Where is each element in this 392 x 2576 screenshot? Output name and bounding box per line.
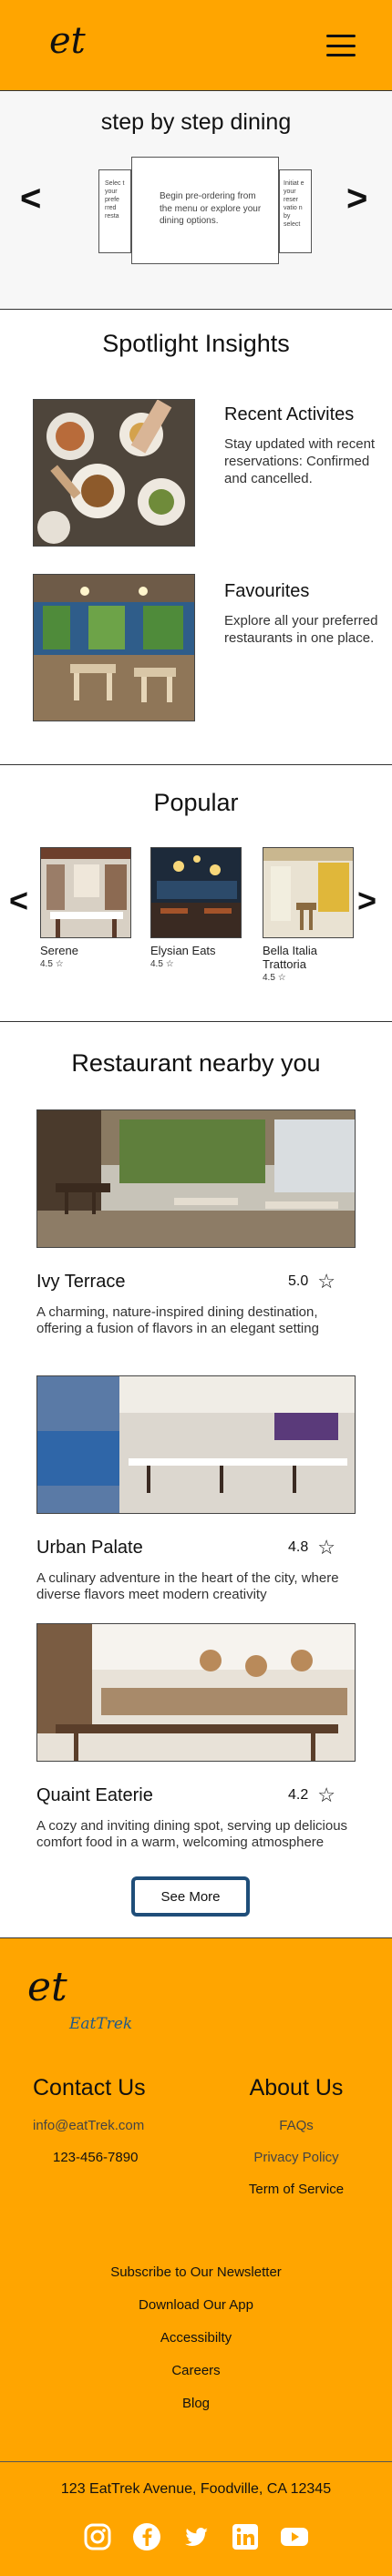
see-more-button[interactable]: See More xyxy=(131,1876,250,1917)
popular-card-serene[interactable]: Serene 4.5 ☆ xyxy=(40,847,131,969)
popular-rating: 4.5 ☆ xyxy=(263,973,286,983)
download-app-link[interactable]: Download Our App xyxy=(0,2297,392,2313)
restaurant-name: Urban Palate xyxy=(36,1537,143,1558)
steps-prev-arrow[interactable]: < xyxy=(20,179,41,220)
restaurant-header: Quaint Eaterie 4.2 ☆ xyxy=(36,1784,356,1807)
star-icon: ☆ xyxy=(317,1536,335,1559)
contact-title: Contact Us xyxy=(33,2075,146,2101)
favourites-text: Favourites Explore all your preferred re… xyxy=(224,581,379,648)
serene-image xyxy=(40,847,131,938)
restaurant-name: Quaint Eaterie xyxy=(36,1784,153,1805)
careers-link[interactable]: Careers xyxy=(0,2363,392,2378)
footer-logo-subtitle: EatTrek xyxy=(69,2015,133,2033)
youtube-icon[interactable] xyxy=(279,2521,310,2552)
favourites-title: Favourites xyxy=(224,581,310,601)
urban-palate-image xyxy=(36,1375,356,1514)
star-icon: ☆ xyxy=(317,1270,335,1293)
popular-card-bella-italia[interactable]: Bella Italia Trattoria 4.5 ☆ xyxy=(263,847,354,983)
restaurant-header: Urban Palate 4.8 ☆ xyxy=(36,1536,356,1559)
restaurant-card-urban-palate[interactable]: Urban Palate 4.8 ☆ A culinary adventure … xyxy=(36,1375,356,1603)
step-card-previous[interactable]: Selec t your prefe rred resta xyxy=(98,169,131,253)
popular-title: Popular xyxy=(153,789,239,816)
contact-email-link[interactable]: info@eatTrek.com xyxy=(33,2118,188,2133)
facebook-icon[interactable] xyxy=(131,2521,162,2552)
newsletter-link[interactable]: Subscribe to Our Newsletter xyxy=(0,2264,392,2280)
popular-next-arrow[interactable]: > xyxy=(357,882,377,920)
steps-title: step by step dining xyxy=(100,109,292,135)
popular-rating: 4.5 ☆ xyxy=(40,959,64,969)
header: et xyxy=(0,0,392,91)
favourites-image xyxy=(33,574,195,721)
steps-next-arrow[interactable]: > xyxy=(346,179,367,220)
quaint-eaterie-image xyxy=(36,1623,356,1762)
nearby-section: Restaurant nearby you Ivy Terrace 5.0 ☆ … xyxy=(0,1022,392,1938)
terms-of-service-link[interactable]: Term of Service xyxy=(219,2182,374,2197)
star-icon: ☆ xyxy=(317,1784,335,1806)
contact-phone-link[interactable]: 123-456-7890 xyxy=(33,2150,188,2165)
restaurant-header: Ivy Terrace 5.0 ☆ xyxy=(36,1270,356,1293)
about-column: About Us FAQs Privacy Policy Term of Ser… xyxy=(219,2075,374,2213)
popular-section: Popular < > Serene 4.5 ☆ Elysian Eats 4.… xyxy=(0,765,392,1022)
spotlight-title: Spotlight Insights xyxy=(102,330,290,357)
page: et step by step dining < > Selec t your … xyxy=(0,0,392,2576)
star-icon: ☆ xyxy=(165,959,174,969)
menu-icon[interactable] xyxy=(326,35,356,56)
restaurant-description: A culinary adventure in the heart of the… xyxy=(36,1570,339,1602)
popular-name: Serene xyxy=(40,944,78,957)
footer: et EatTrek Contact Us info@eatTrek.com 1… xyxy=(0,1938,392,2576)
ivy-terrace-image xyxy=(36,1109,356,1248)
popular-name: Bella Italia Trattoria xyxy=(263,944,317,971)
recent-activities-text: Recent Activites Stay updated with recen… xyxy=(224,404,379,487)
star-icon: ☆ xyxy=(277,973,286,983)
spotlight-item-favourites[interactable]: Favourites Explore all your preferred re… xyxy=(33,574,377,721)
restaurant-description: A cozy and inviting dining spot, serving… xyxy=(36,1818,348,1850)
bella-italia-image xyxy=(263,847,354,938)
linkedin-icon[interactable] xyxy=(230,2521,261,2552)
instagram-icon[interactable] xyxy=(82,2521,113,2552)
spotlight-section: Spotlight Insights Recent Activites Stay… xyxy=(0,310,392,765)
footer-divider xyxy=(0,2461,392,2462)
nearby-title: Restaurant nearby you xyxy=(71,1049,321,1077)
popular-prev-arrow[interactable]: < xyxy=(9,882,28,920)
recent-activities-desc: Stay updated with recent reservations: C… xyxy=(224,436,376,486)
recent-activities-title: Recent Activites xyxy=(224,404,355,424)
privacy-policy-link[interactable]: Privacy Policy xyxy=(219,2150,374,2165)
about-title: About Us xyxy=(249,2075,344,2101)
logo[interactable]: et xyxy=(49,20,86,62)
favourites-desc: Explore all your preferred restaurants i… xyxy=(224,613,378,646)
popular-rating: 4.5 ☆ xyxy=(150,959,174,969)
star-icon: ☆ xyxy=(55,959,64,969)
accessibility-link[interactable]: Accessibilty xyxy=(0,2330,392,2346)
restaurant-rating: 4.8 ☆ xyxy=(288,1536,335,1559)
popular-card-elysian-eats[interactable]: Elysian Eats 4.5 ☆ xyxy=(150,847,242,969)
footer-address: 123 EatTrek Avenue, Foodville, CA 12345 xyxy=(60,2481,332,2497)
restaurant-name: Ivy Terrace xyxy=(36,1271,126,1292)
twitter-icon[interactable] xyxy=(181,2521,211,2552)
restaurant-rating: 5.0 ☆ xyxy=(288,1270,335,1293)
spotlight-item-recent[interactable]: Recent Activites Stay updated with recen… xyxy=(33,399,375,547)
restaurant-description: A charming, nature-inspired dining desti… xyxy=(36,1304,319,1336)
restaurant-card-ivy-terrace[interactable]: Ivy Terrace 5.0 ☆ A charming, nature-ins… xyxy=(36,1109,356,1337)
step-card-current[interactable]: Begin pre-ordering from the menu or expl… xyxy=(131,157,279,264)
recent-activities-image xyxy=(33,399,195,547)
footer-logo[interactable]: et xyxy=(27,1964,67,2010)
restaurant-rating: 4.2 ☆ xyxy=(288,1784,335,1806)
popular-name: Elysian Eats xyxy=(150,944,216,957)
step-card-next[interactable]: Initiat e your reser vatio n by select xyxy=(279,169,312,253)
faqs-link[interactable]: FAQs xyxy=(219,2118,374,2133)
social-icons xyxy=(82,2521,310,2552)
steps-section: step by step dining < > Selec t your pre… xyxy=(0,91,392,310)
blog-link[interactable]: Blog xyxy=(0,2396,392,2411)
footer-links: Subscribe to Our Newsletter Download Our… xyxy=(0,2264,392,2428)
restaurant-card-quaint-eaterie[interactable]: Quaint Eaterie 4.2 ☆ A cozy and inviting… xyxy=(36,1623,356,1851)
contact-column: Contact Us info@eatTrek.com 123-456-7890 xyxy=(33,2075,188,2182)
elysian-eats-image xyxy=(150,847,242,938)
